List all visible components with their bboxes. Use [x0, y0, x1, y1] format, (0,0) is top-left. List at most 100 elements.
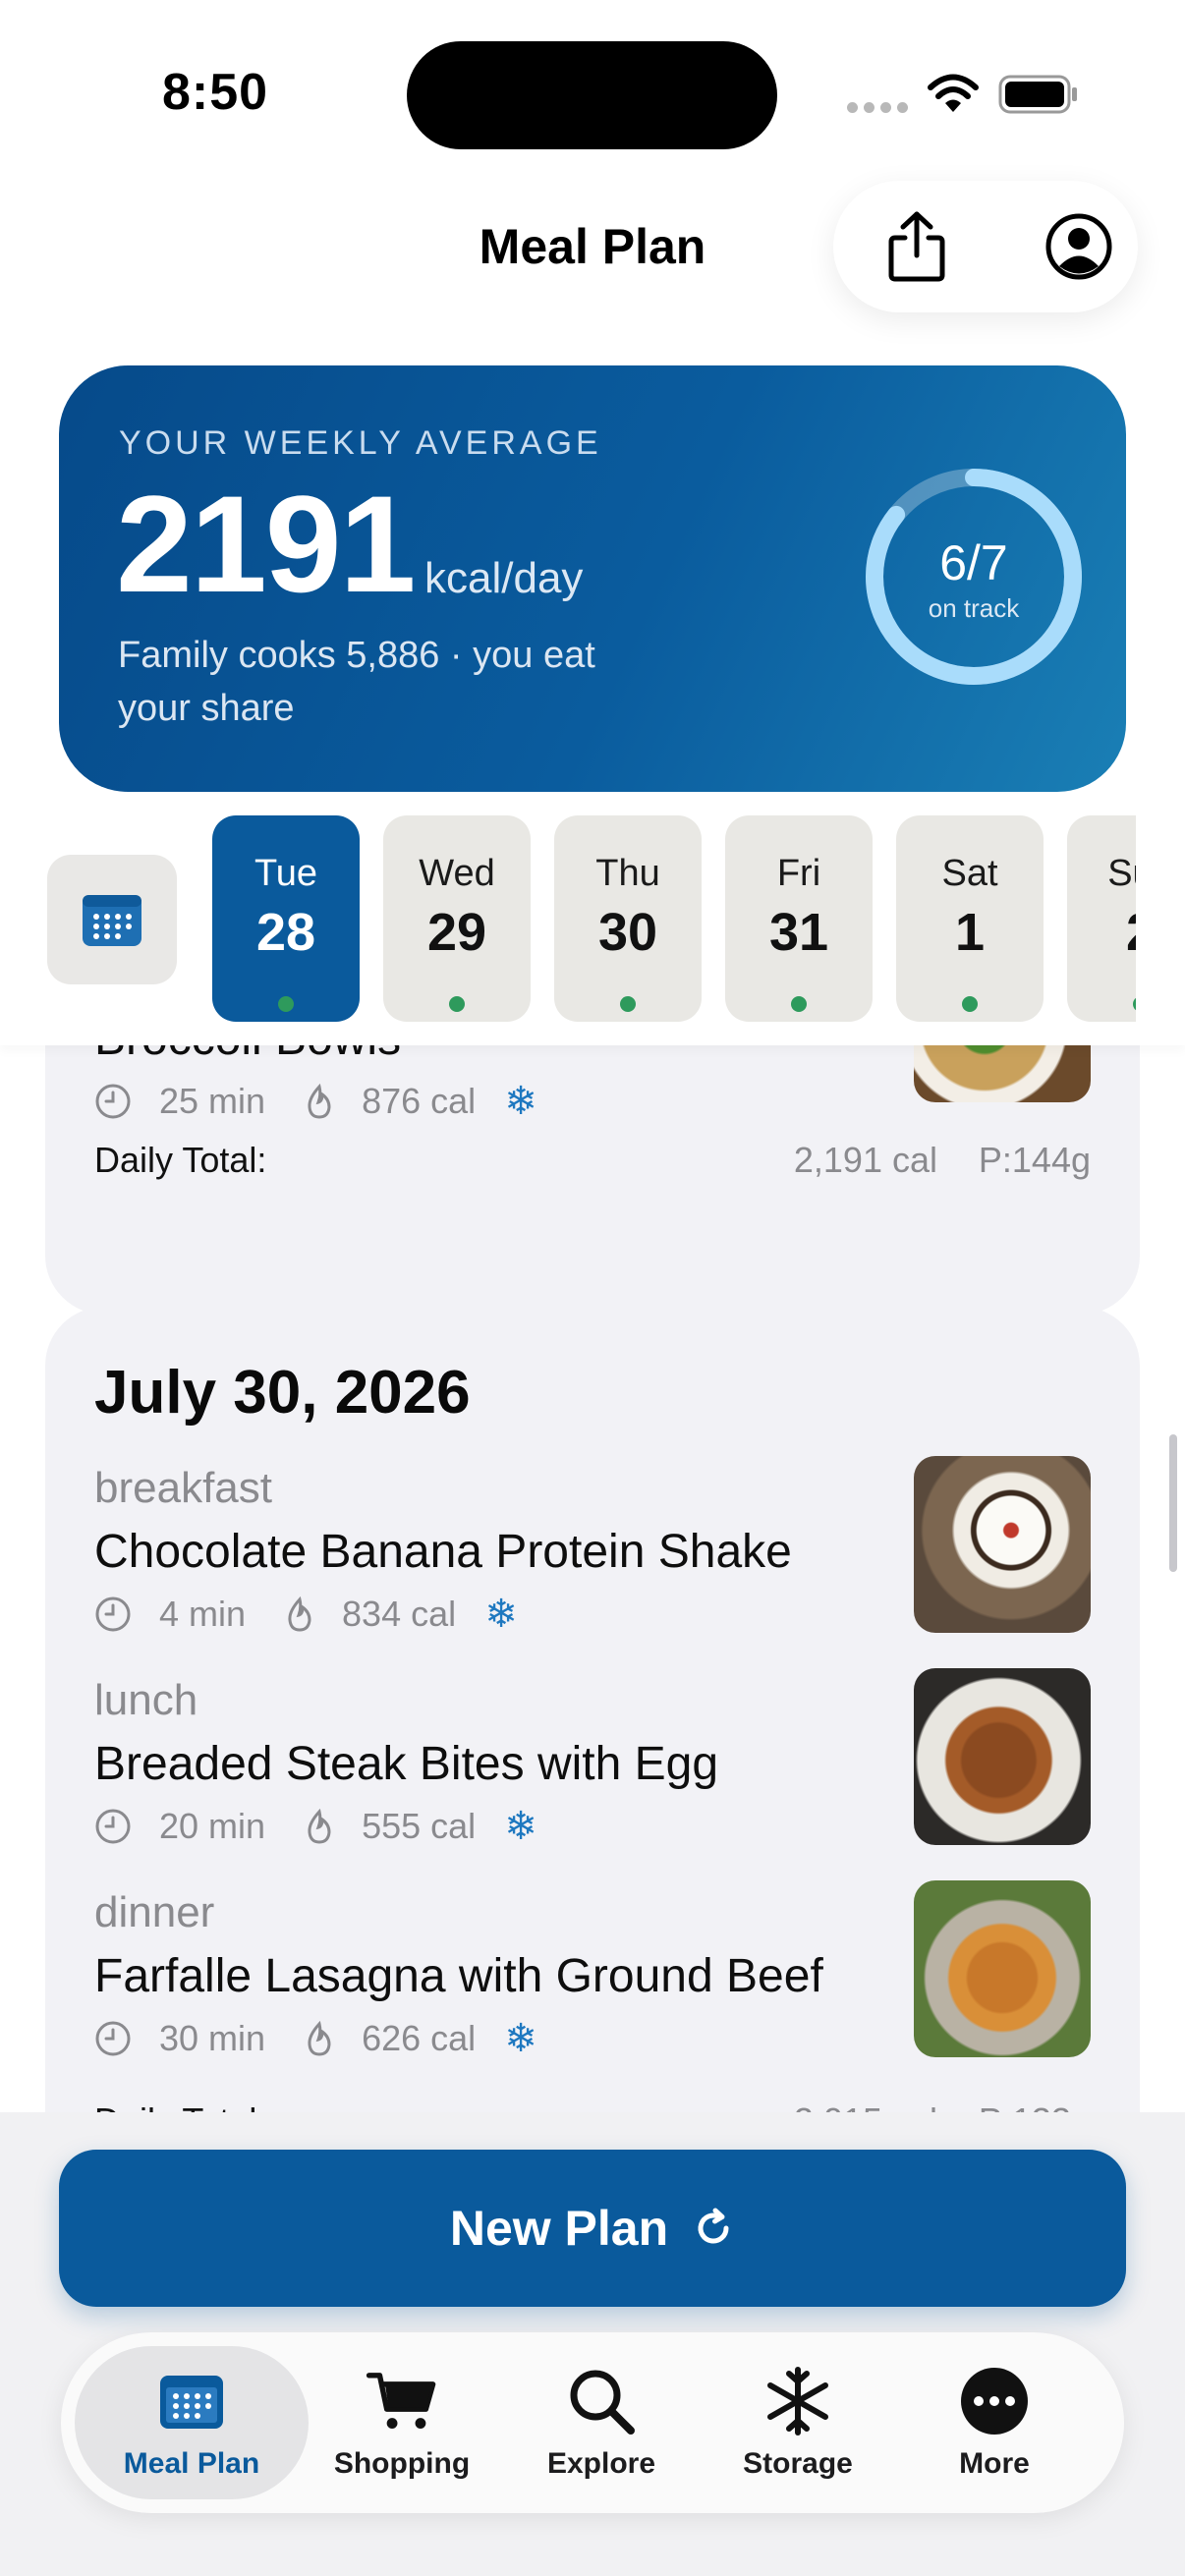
clock-icon [95, 1809, 131, 1844]
meal-time: 20 min [159, 1806, 266, 1846]
day-name: Wed [419, 853, 495, 894]
daily-total-protein: P:133g [979, 2100, 1091, 2112]
meal-meta: 25 min 876 cal ❄ [94, 1079, 540, 1124]
day-name: Tue [254, 853, 318, 894]
scroll-indicator[interactable] [1169, 1434, 1177, 1572]
day-date-heading: July 30, 2026 [94, 1359, 471, 1427]
tab-label: Explore [546, 2447, 656, 2480]
status-bar: 8:50 [0, 0, 1185, 187]
meal-title[interactable]: Chocolate Banana Protein Shake [94, 1525, 792, 1579]
new-plan-label: New Plan [449, 2201, 669, 2256]
meal-calories: 555 cal [362, 1806, 477, 1846]
weekly-average-unit: kcal/day [424, 554, 584, 602]
tab-label: Shopping [333, 2447, 471, 2480]
clock-icon [95, 1084, 131, 1119]
status-dot [278, 996, 294, 1012]
day-number: 29 [426, 903, 487, 962]
day-pill-wed-29[interactable]: Wed 29 [383, 815, 531, 1022]
flame-icon [308, 1808, 331, 1844]
profile-button[interactable] [1030, 197, 1128, 296]
daily-total-calories: 2,015 cal [794, 2100, 937, 2112]
more-icon [961, 2368, 1028, 2435]
day-pill-tue-28[interactable]: Tue 28 [212, 815, 360, 1022]
tab-shopping[interactable]: Shopping [318, 2346, 485, 2499]
calendar-button[interactable] [47, 855, 177, 984]
meal-time: 4 min [159, 1594, 247, 1634]
meal-meta: 30 min 626 cal ❄ [94, 2016, 540, 2061]
tab-label: More [959, 2447, 1030, 2480]
weekly-average-value: 2191 [116, 467, 416, 621]
calendar-icon [83, 895, 141, 946]
tab-meal-plan[interactable]: Meal Plan [75, 2346, 309, 2499]
meal-title[interactable]: Breaded Steak Bites with Egg [94, 1737, 718, 1791]
status-dot [620, 996, 636, 1012]
day-strip-edge [1136, 792, 1185, 1045]
freezer-icon: ❄ [504, 2017, 537, 2060]
clock-icon [95, 2021, 131, 2056]
meal-calories: 876 cal [362, 1081, 477, 1121]
daily-total-calories: 2,191 cal [793, 1140, 937, 1180]
tab-label: Meal Plan [123, 2447, 260, 2480]
meal-time: 30 min [159, 2018, 266, 2058]
flame-icon [308, 2020, 331, 2056]
day-number: 1 [954, 903, 986, 962]
dynamic-island [407, 41, 777, 149]
daily-total-label: Daily Total: [94, 2100, 266, 2112]
cart-icon [366, 2373, 436, 2429]
search-icon [570, 2370, 635, 2435]
meal-image[interactable] [914, 1043, 1091, 1102]
on-track-label: on track [928, 593, 1020, 623]
day-name: Thu [595, 853, 660, 894]
status-dot [791, 996, 807, 1012]
day-selector[interactable]: Tue 28 Wed 29 Thu 30 Fri 31 Sat 1 Sun 2 [0, 792, 1185, 1045]
freezer-icon: ❄ [504, 1080, 537, 1123]
status-dot [449, 996, 465, 1012]
share-button[interactable] [868, 197, 966, 296]
meal-calories: 834 cal [342, 1594, 457, 1634]
tab-more[interactable]: More [916, 2346, 1073, 2499]
meal-meta: 4 min 834 cal ❄ [94, 1592, 521, 1637]
flame-icon [288, 1596, 311, 1632]
battery-icon [998, 75, 1077, 114]
share-icon [888, 211, 945, 282]
day-number: 30 [597, 903, 658, 962]
status-dot [962, 996, 978, 1012]
weekly-average-card[interactable]: YOUR WEEKLY AVERAGE 2191 kcal/day Family… [59, 365, 1126, 792]
tab-label: Storage [743, 2447, 853, 2480]
cellular-signal-icon [847, 102, 908, 113]
on-track-value: 6/7 [939, 535, 1008, 590]
tab-bar: Meal Plan Shopping Explore Storage More [61, 2332, 1124, 2513]
tab-storage[interactable]: Storage [719, 2346, 876, 2499]
weekly-average-label: YOUR WEEKLY AVERAGE [119, 424, 602, 462]
meal-type-label: lunch [94, 1676, 198, 1724]
meal-title[interactable]: Farfalle Lasagna with Ground Beef [94, 1949, 823, 2003]
meal-image[interactable] [914, 1668, 1091, 1845]
new-plan-button[interactable]: New Plan [59, 2150, 1126, 2307]
day-card-july-30: July 30, 2026 breakfast Chocolate Banana… [45, 1307, 1140, 2112]
tab-explore[interactable]: Explore [523, 2346, 680, 2499]
day-number: 28 [255, 903, 316, 962]
freezer-icon: ❄ [504, 1805, 537, 1848]
meal-time: 25 min [159, 1081, 266, 1121]
wifi-icon [928, 74, 979, 112]
freezer-icon: ❄ [484, 1593, 518, 1636]
meal-image[interactable] [914, 1456, 1091, 1633]
meal-plan-list[interactable]: Broccoli Bowls 25 min 876 cal ❄ Daily To… [0, 1043, 1185, 2112]
refresh-icon [698, 2208, 729, 2244]
snowflake-icon [767, 2367, 828, 2436]
profile-icon [1045, 213, 1112, 280]
meal-title[interactable]: Broccoli Bowls [94, 1043, 401, 1066]
day-number: 31 [768, 903, 829, 962]
calendar-icon [160, 2376, 223, 2429]
status-time: 8:50 [162, 64, 269, 121]
day-pill-fri-31[interactable]: Fri 31 [725, 815, 873, 1022]
meal-type-label: dinner [94, 1888, 215, 1936]
day-card-previous: Broccoli Bowls 25 min 876 cal ❄ Daily To… [45, 1043, 1140, 1315]
day-name: Sat [941, 853, 998, 894]
meal-type-label: breakfast [94, 1464, 272, 1512]
day-pill-thu-30[interactable]: Thu 30 [554, 815, 702, 1022]
daily-total-protein: P:144g [978, 1140, 1091, 1180]
day-pill-sat-1[interactable]: Sat 1 [896, 815, 1044, 1022]
meal-image[interactable] [914, 1880, 1091, 2057]
clock-icon [95, 1596, 131, 1632]
